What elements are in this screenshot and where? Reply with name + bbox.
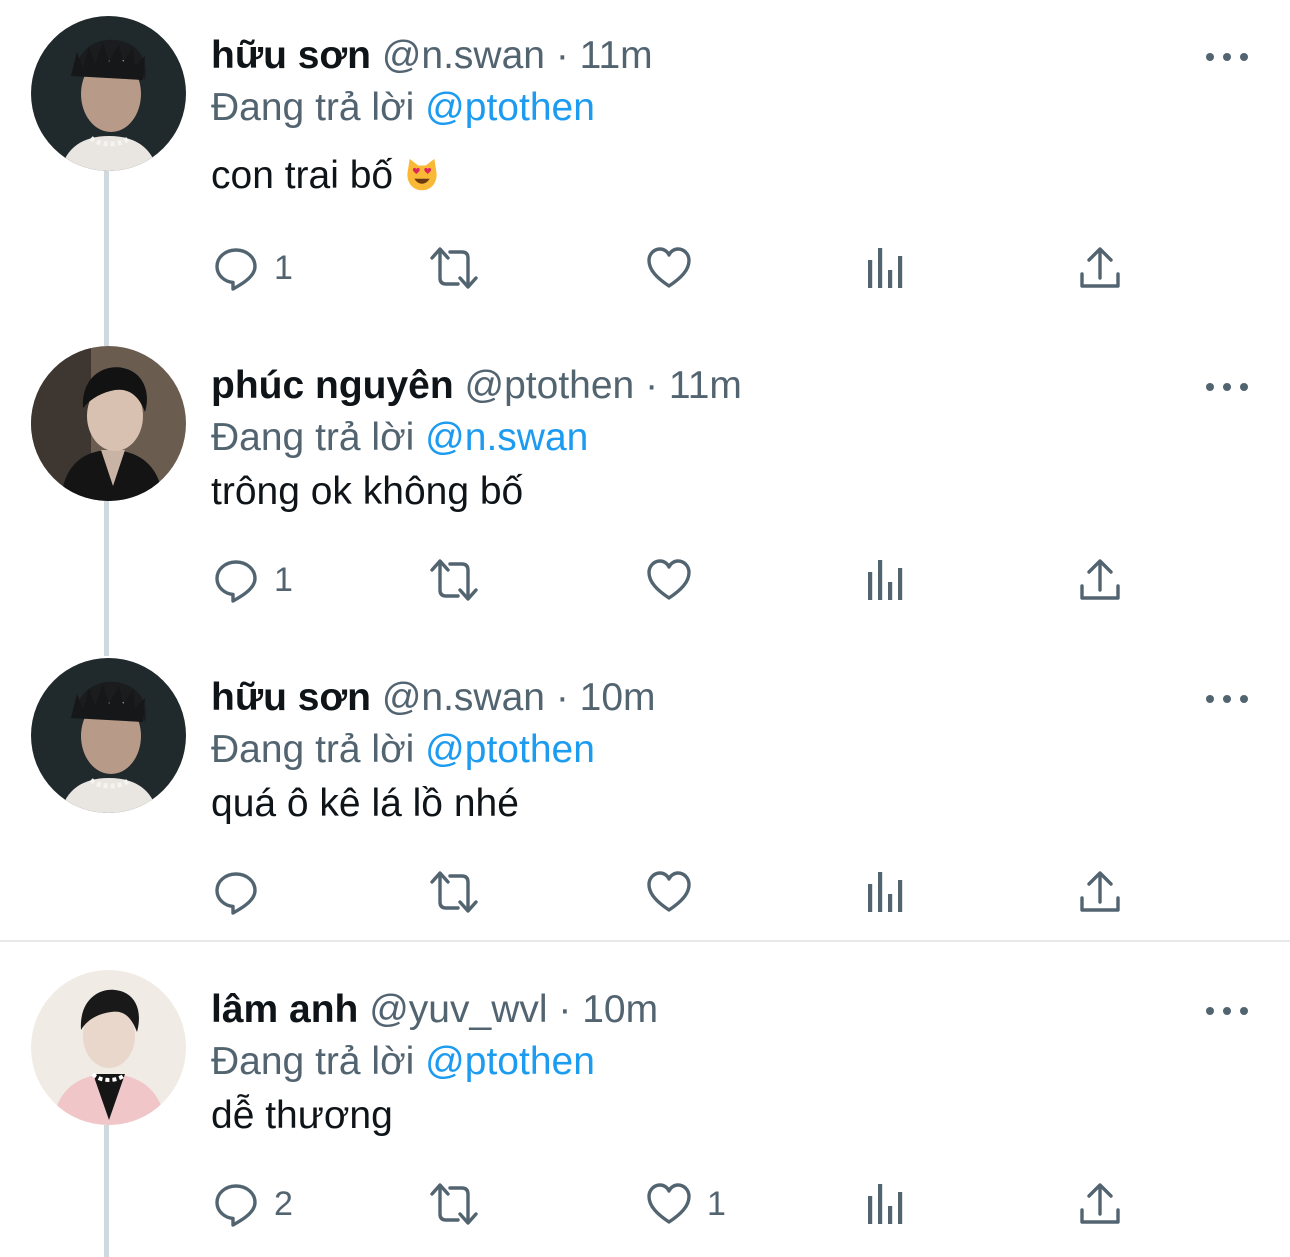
reply-button[interactable]: 1 xyxy=(212,556,293,604)
timestamp[interactable]: 10m xyxy=(582,988,658,1031)
replying-to-label: Đang trả lời xyxy=(211,86,415,129)
reply-icon xyxy=(212,556,260,604)
thread-line xyxy=(104,501,109,656)
like-count: 1 xyxy=(707,1184,726,1223)
replying-to-label: Đang trả lời xyxy=(211,416,415,459)
like-icon xyxy=(645,556,693,604)
avatar[interactable] xyxy=(31,346,186,501)
views-button[interactable] xyxy=(864,1180,908,1228)
avatar[interactable] xyxy=(31,658,186,813)
share-button[interactable] xyxy=(1076,868,1124,916)
share-icon xyxy=(1076,244,1124,292)
more-icon[interactable] xyxy=(1206,998,1248,1024)
replying-to: Đang trả lời @ptothen xyxy=(211,726,595,774)
views-button[interactable] xyxy=(864,244,908,292)
share-icon xyxy=(1076,1180,1124,1228)
user-handle[interactable]: @yuv_wvl xyxy=(369,988,547,1031)
reply-button[interactable] xyxy=(212,868,274,916)
thread-divider xyxy=(0,940,1290,942)
replying-to: Đang trả lời @ptothen xyxy=(211,84,595,132)
avatar[interactable] xyxy=(31,970,186,1125)
like-button[interactable] xyxy=(645,244,693,292)
tweet-text-content: con trai bố xyxy=(211,154,394,197)
reply-icon xyxy=(212,868,260,916)
tweet-text: dễ thương xyxy=(211,1094,393,1137)
tweet-text: con trai bố xyxy=(211,152,441,200)
like-icon xyxy=(645,1180,693,1228)
tweet-text: trông ok không bố xyxy=(211,470,524,513)
mention-link[interactable]: @ptothen xyxy=(425,1040,595,1083)
reply-icon xyxy=(212,244,260,292)
reply-count: 2 xyxy=(274,1184,293,1223)
thread-line xyxy=(104,171,109,338)
tweet[interactable]: lâm anh @yuv_wvl · 10m Đang trả lời @pto… xyxy=(0,970,1290,1257)
more-icon[interactable] xyxy=(1206,686,1248,712)
tweet[interactable]: hữu sơn @n.swan · 11m Đang trả lời @ptot… xyxy=(0,16,1290,338)
reply-count: 1 xyxy=(274,248,293,287)
display-name[interactable]: hữu sơn xyxy=(211,34,371,77)
more-icon[interactable] xyxy=(1206,44,1248,70)
tweet[interactable]: hữu sơn @n.swan · 10m Đang trả lời @ptot… xyxy=(0,658,1290,940)
mention-link[interactable]: @ptothen xyxy=(425,86,595,129)
like-icon xyxy=(645,868,693,916)
thread-line xyxy=(104,338,109,346)
timestamp[interactable]: 11m xyxy=(669,364,742,407)
like-button[interactable] xyxy=(645,868,693,916)
mention-link[interactable]: @ptothen xyxy=(425,728,595,771)
views-icon xyxy=(864,556,908,604)
retweet-button[interactable] xyxy=(426,1180,482,1228)
views-icon xyxy=(864,244,908,292)
replying-to: Đang trả lời @n.swan xyxy=(211,414,588,462)
views-button[interactable] xyxy=(864,556,908,604)
user-handle[interactable]: @n.swan xyxy=(382,676,545,719)
retweet-icon xyxy=(426,868,482,916)
display-name[interactable]: lâm anh xyxy=(211,988,358,1031)
mention-link[interactable]: @n.swan xyxy=(425,416,588,459)
share-icon xyxy=(1076,556,1124,604)
reply-count: 1 xyxy=(274,560,293,599)
replying-to-label: Đang trả lời xyxy=(211,1040,415,1083)
reply-button[interactable]: 1 xyxy=(212,244,293,292)
smiling-cat-heart-eyes-emoji xyxy=(403,156,441,194)
tweet-header: hữu sơn @n.swan · 11m xyxy=(211,32,653,80)
separator: · xyxy=(555,676,569,719)
tweet-header: lâm anh @yuv_wvl · 10m xyxy=(211,986,658,1034)
like-button[interactable]: 1 xyxy=(645,1180,726,1228)
separator: · xyxy=(555,34,569,77)
reply-button[interactable]: 2 xyxy=(212,1180,293,1228)
retweet-button[interactable] xyxy=(426,868,482,916)
retweet-icon xyxy=(426,556,482,604)
retweet-icon xyxy=(426,244,482,292)
display-name[interactable]: hữu sơn xyxy=(211,676,371,719)
avatar[interactable] xyxy=(31,16,186,171)
views-icon xyxy=(864,1180,908,1228)
display-name[interactable]: phúc nguyên xyxy=(211,364,454,407)
retweet-button[interactable] xyxy=(426,244,482,292)
separator: · xyxy=(558,988,572,1031)
views-icon xyxy=(864,868,908,916)
thread-line xyxy=(104,1125,109,1257)
share-icon xyxy=(1076,868,1124,916)
tweet[interactable]: phúc nguyên @ptothen · 11m Đang trả lời … xyxy=(0,338,1290,656)
user-handle[interactable]: @ptothen xyxy=(465,364,635,407)
tweet-header: hữu sơn @n.swan · 10m xyxy=(211,674,656,722)
share-button[interactable] xyxy=(1076,1180,1124,1228)
timestamp[interactable]: 10m xyxy=(580,676,656,719)
more-icon[interactable] xyxy=(1206,374,1248,400)
user-handle[interactable]: @n.swan xyxy=(382,34,545,77)
views-button[interactable] xyxy=(864,868,908,916)
replying-to-label: Đang trả lời xyxy=(211,728,415,771)
like-button[interactable] xyxy=(645,556,693,604)
retweet-button[interactable] xyxy=(426,556,482,604)
timestamp[interactable]: 11m xyxy=(580,34,653,77)
tweet-text: quá ô kê lá lồ nhé xyxy=(211,782,519,825)
replying-to: Đang trả lời @ptothen xyxy=(211,1038,595,1086)
like-icon xyxy=(645,244,693,292)
separator: · xyxy=(645,364,659,407)
share-button[interactable] xyxy=(1076,244,1124,292)
share-button[interactable] xyxy=(1076,556,1124,604)
tweet-header: phúc nguyên @ptothen · 11m xyxy=(211,362,742,410)
reply-icon xyxy=(212,1180,260,1228)
retweet-icon xyxy=(426,1180,482,1228)
